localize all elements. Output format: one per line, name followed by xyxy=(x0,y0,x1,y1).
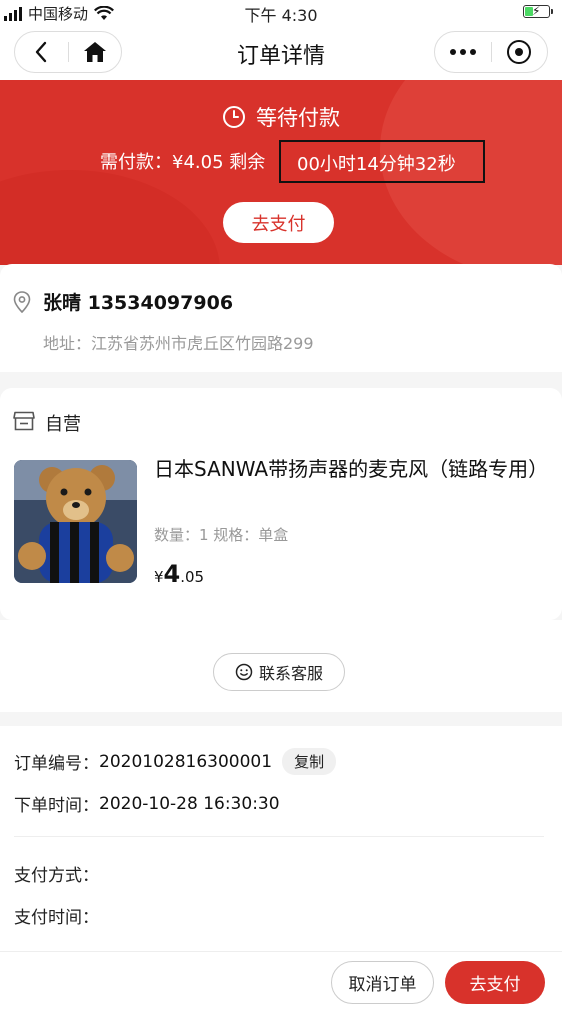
bottom-pay-button[interactable]: 去支付 xyxy=(445,961,545,1004)
battery-charging-icon: ⚡ xyxy=(523,4,553,18)
more-dots-icon xyxy=(449,49,476,55)
contact-service-button[interactable]: 联系客服 xyxy=(213,653,345,691)
status-title: 等待付款 xyxy=(256,106,340,130)
payment-method-row: 支付方式： xyxy=(14,861,99,886)
info-divider xyxy=(14,836,544,837)
order-status-banner: 等待付款 需付款：¥4.05 剩余 00小时14分钟32秒 去支付 xyxy=(0,80,562,265)
shop-name: 自营 xyxy=(45,414,81,435)
service-section: 联系客服 xyxy=(0,620,562,712)
bottom-action-bar: 取消订单 去支付 xyxy=(0,951,562,1014)
price-integer: 4 xyxy=(163,560,181,588)
status-bar: 中国移动 下午 4:30 ⚡ xyxy=(0,0,562,25)
order-info-card: 订单编号： 2020102816300001 复制 下单时间： 2020-10-… xyxy=(0,726,562,951)
product-card: 自营 日本SANWA带扬声器的麦克风（链路专用） 数量：1 规格：单盒 ¥4.0… xyxy=(0,388,562,620)
pay-now-button[interactable]: 去支付 xyxy=(223,202,334,243)
contact-service-label: 联系客服 xyxy=(258,664,323,683)
nav-bar: 订单详情 xyxy=(0,24,562,80)
product-price: ¥4.05 xyxy=(154,560,204,588)
order-time-row: 下单时间： 2020-10-28 16:30:30 xyxy=(14,791,280,817)
nav-right-capsule xyxy=(434,31,548,73)
address-card[interactable]: 张晴 13534097906 地址：江苏省苏州市虎丘区竹园路299 xyxy=(0,264,562,372)
location-pin-icon xyxy=(13,291,31,313)
cancel-order-button[interactable]: 取消订单 xyxy=(331,961,434,1004)
clock: 下午 4:30 xyxy=(244,6,318,25)
teddy-bear-image xyxy=(14,460,137,583)
order-number-value: 2020102816300001 xyxy=(99,751,273,772)
order-number-row: 订单编号： 2020102816300001 复制 xyxy=(14,748,337,775)
copy-order-number-button[interactable]: 复制 xyxy=(282,748,337,775)
more-button[interactable] xyxy=(435,32,491,72)
order-number-label: 订单编号： xyxy=(14,754,99,774)
recipient-name-phone: 张晴 13534097906 xyxy=(43,292,234,314)
smiley-chat-icon xyxy=(235,663,253,681)
payment-time-row: 支付时间： xyxy=(14,903,99,928)
product-title[interactable]: 日本SANWA带扬声器的麦克风（链路专用） xyxy=(154,454,552,484)
price-decimal: .05 xyxy=(180,568,205,586)
order-time-label: 下单时间： xyxy=(14,796,99,816)
countdown-timer: 00小时14分钟32秒 xyxy=(279,140,485,183)
payment-time-label: 支付时间： xyxy=(14,908,99,928)
price-currency: ¥ xyxy=(154,568,164,586)
recipient-address: 地址：江苏省苏州市虎丘区竹园路299 xyxy=(43,334,314,353)
order-time-value: 2020-10-28 16:30:30 xyxy=(99,793,280,814)
product-spec: 数量：1 规格：单盒 xyxy=(154,526,289,544)
payment-method-label: 支付方式： xyxy=(14,866,99,886)
mini-program-close-icon xyxy=(507,40,532,64)
store-icon xyxy=(13,411,35,431)
amount-due: 需付款：¥4.05 剩余 xyxy=(100,152,266,173)
close-miniprogram-button[interactable] xyxy=(492,32,548,72)
clock-icon xyxy=(223,106,245,128)
product-image[interactable] xyxy=(14,460,137,583)
